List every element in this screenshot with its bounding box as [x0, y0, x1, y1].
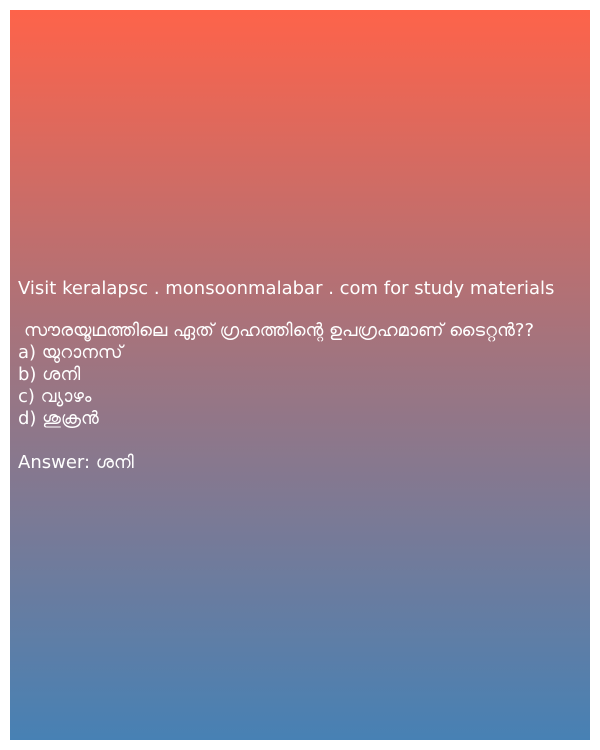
option-d: d) ശുക്രൻ — [18, 408, 99, 429]
quiz-content: Visit keralapsc . monsoonmalabar . com f… — [18, 278, 584, 492]
answer-text: Answer: ശനി — [18, 452, 134, 473]
question-text: സൗരയൂഥത്തിലെ ഏത് ഗ്രഹത്തിന്റെ ഉപഗ്രഹമാണ്… — [24, 320, 535, 341]
promo-text: Visit keralapsc . monsoonmalabar . com f… — [18, 278, 555, 299]
options-list: a) യുറാനസ് b) ശനി c) വ്യാഴം d) ശുക്രൻ — [18, 342, 584, 430]
quiz-card: Visit keralapsc . monsoonmalabar . com f… — [10, 10, 590, 740]
option-c: c) വ്യാഴം — [18, 386, 92, 407]
option-a: a) യുറാനസ് — [18, 342, 123, 363]
option-b: b) ശനി — [18, 364, 81, 385]
